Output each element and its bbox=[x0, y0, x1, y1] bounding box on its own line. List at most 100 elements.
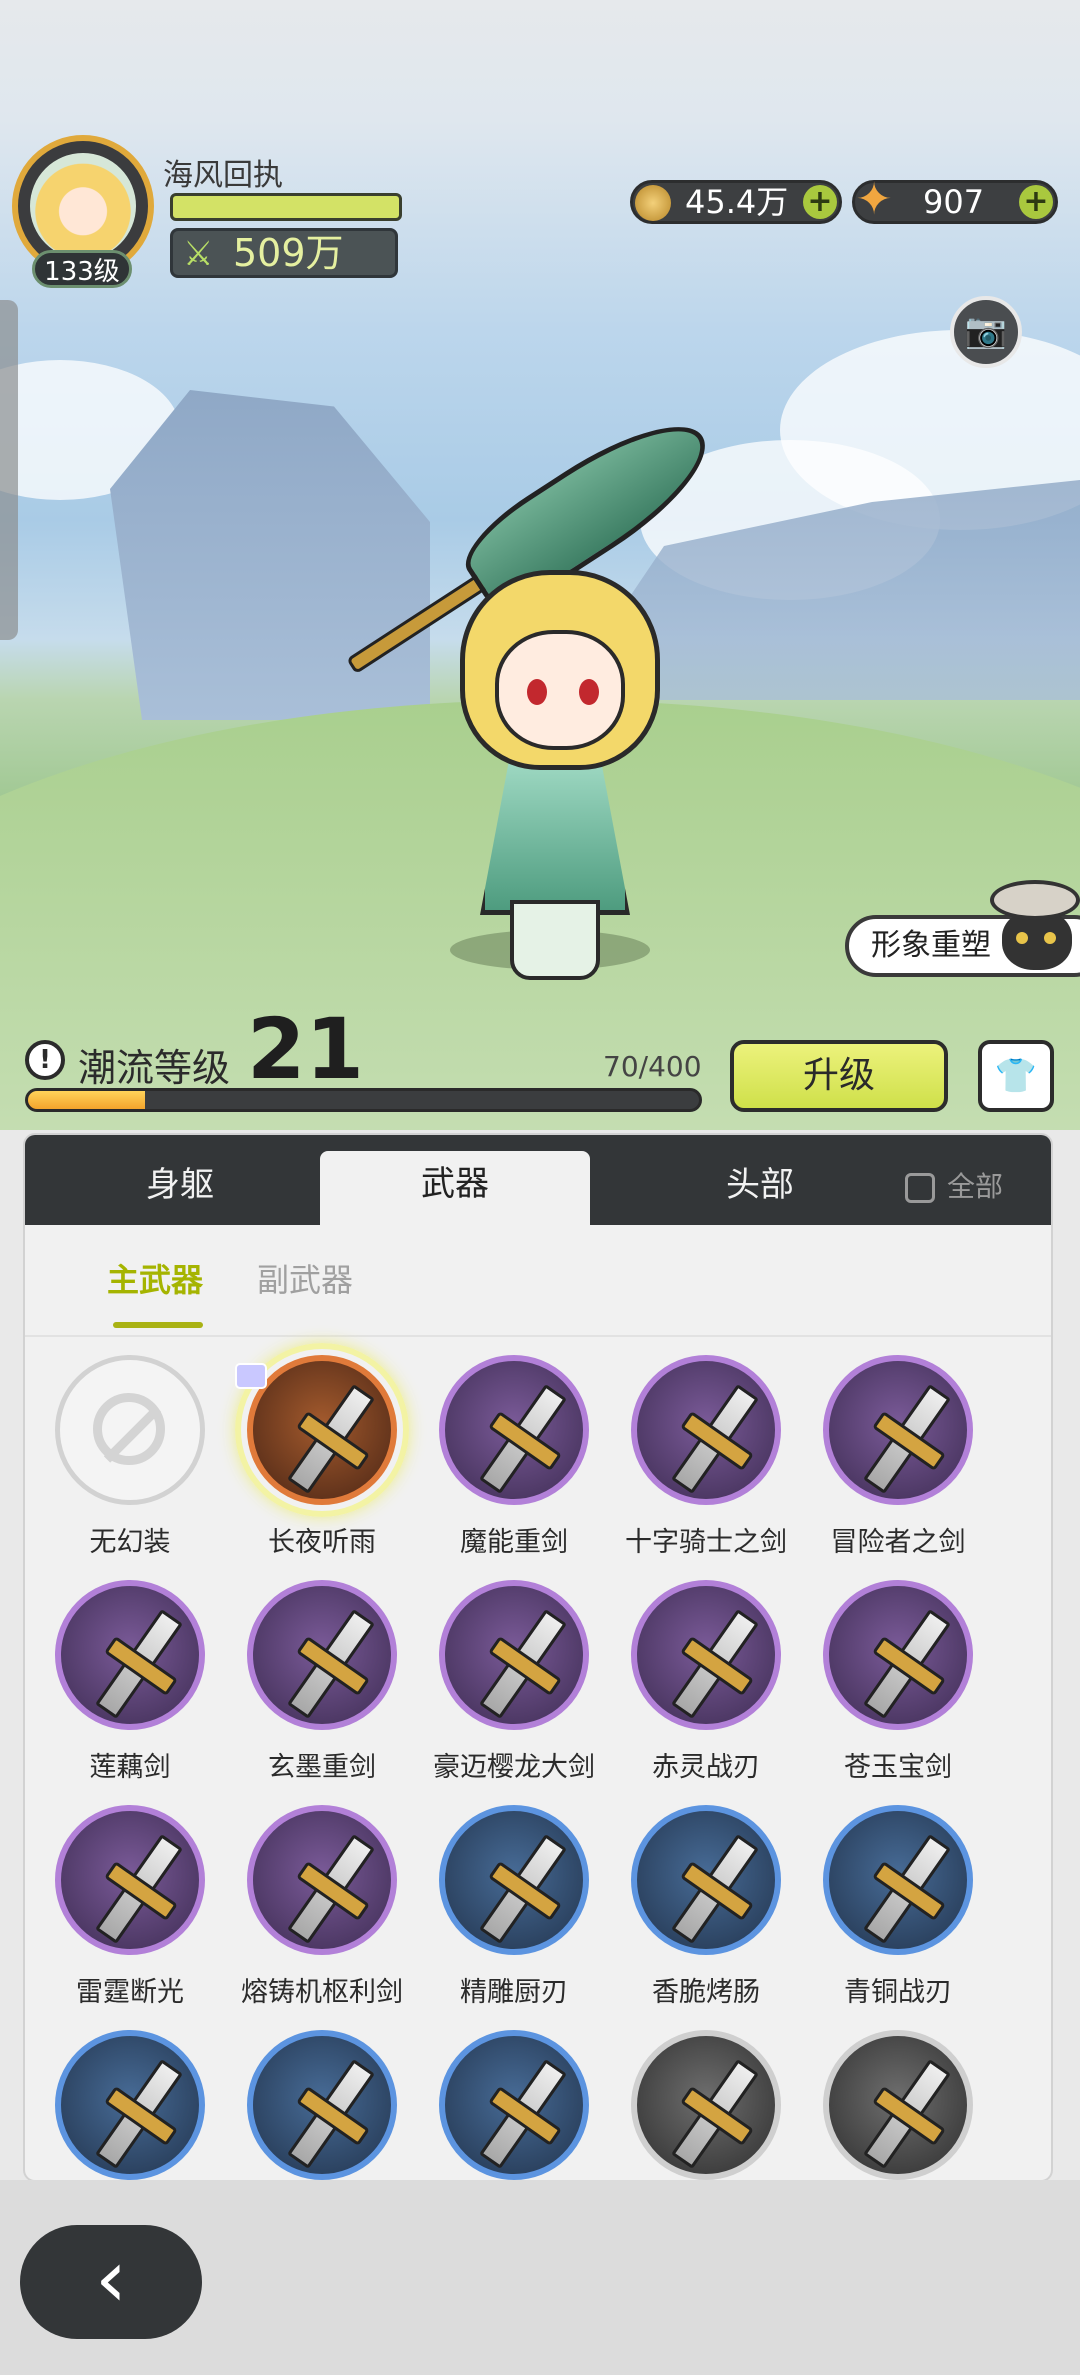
cat-eye bbox=[1044, 932, 1056, 944]
weapon-icon bbox=[631, 1355, 781, 1505]
weapon-subtabs: 主武器 副武器 bbox=[25, 1225, 1051, 1337]
star-crystal-icon: ✦ bbox=[855, 174, 893, 225]
experience-bar bbox=[170, 193, 402, 221]
weapon-item[interactable] bbox=[793, 2030, 983, 2180]
weapon-icon bbox=[823, 1580, 973, 1730]
tab-head[interactable]: 头部 bbox=[665, 1135, 855, 1225]
weapon-icon bbox=[439, 2030, 589, 2180]
weapon-item[interactable] bbox=[409, 2030, 599, 2180]
character-scene: 形象重塑 bbox=[0, 0, 1080, 1130]
weapon-icon bbox=[247, 1580, 397, 1730]
weapon-name: 十字骑士之剑 bbox=[625, 1527, 787, 1558]
info-icon[interactable]: ! bbox=[25, 1040, 65, 1080]
show-all-checkbox[interactable] bbox=[905, 1173, 935, 1203]
player-name: 海风回执 bbox=[163, 158, 283, 193]
chevron-left-icon: ‹ bbox=[95, 2232, 127, 2325]
gold-currency[interactable]: 45.4万 + bbox=[630, 180, 842, 224]
trend-progress-fill bbox=[28, 1091, 146, 1109]
weapon-icon bbox=[631, 2030, 781, 2180]
equipment-panel: 身躯 武器 头部 全部 主武器 副武器 无幻装 长夜听雨 魔能重剑 十字骑士之剑 冒险者… bbox=[25, 1135, 1051, 2180]
character-legs bbox=[510, 900, 600, 980]
weapon-name: 魔能重剑 bbox=[460, 1527, 568, 1558]
weapon-item[interactable]: 雷霆断光 bbox=[25, 1805, 215, 2015]
weapon-item[interactable]: 莲藕剑 bbox=[25, 1580, 215, 1790]
character-eye bbox=[579, 679, 599, 705]
weapon-item[interactable]: 熔铸机枢利剑 bbox=[217, 1805, 407, 2015]
weapon-item[interactable]: 无幻装 bbox=[25, 1355, 215, 1565]
weapon-name: 莲藕剑 bbox=[89, 1752, 171, 1783]
add-gold-button[interactable]: + bbox=[803, 185, 837, 219]
back-button[interactable]: ‹ bbox=[20, 2225, 202, 2339]
weapon-item[interactable] bbox=[601, 2030, 791, 2180]
shirt-search-icon: 👕 bbox=[994, 1056, 1038, 1096]
no-appearance-icon bbox=[55, 1355, 205, 1505]
weapon-item[interactable]: 香脆烤肠 bbox=[601, 1805, 791, 2015]
trend-level-value: 21 bbox=[247, 1000, 364, 1098]
equipped-tag-icon bbox=[235, 1363, 267, 1389]
wardrobe-search-button[interactable]: 👕 bbox=[978, 1040, 1054, 1112]
player-level-badge: 133级 bbox=[32, 250, 132, 288]
weapon-item[interactable]: 长夜听雨 bbox=[217, 1343, 409, 1565]
combat-power: ⚔ 509万 bbox=[170, 228, 398, 278]
camera-button[interactable]: 📷 bbox=[950, 296, 1022, 368]
show-all-label: 全部 bbox=[947, 1170, 1004, 1203]
weapon-icon bbox=[55, 2030, 205, 2180]
weapon-name: 香脆烤肠 bbox=[652, 1977, 760, 2008]
weapon-name: 玄墨重剑 bbox=[268, 1752, 376, 1783]
gold-coin-icon bbox=[635, 185, 671, 221]
weapon-name: 赤灵战刃 bbox=[652, 1752, 760, 1783]
weapon-item[interactable]: 魔能重剑 bbox=[409, 1355, 599, 1565]
weapon-item[interactable]: 苍玉宝剑 bbox=[793, 1580, 983, 1790]
weapon-name: 苍玉宝剑 bbox=[844, 1752, 952, 1783]
camera-icon: 📷 bbox=[964, 311, 1008, 351]
weapon-name: 熔铸机枢利剑 bbox=[241, 1977, 403, 2008]
cat-hat bbox=[990, 880, 1080, 920]
weapon-item[interactable] bbox=[217, 2030, 407, 2180]
weapon-item[interactable]: 青铜战刃 bbox=[793, 1805, 983, 2015]
weapon-icon bbox=[247, 1355, 397, 1505]
trend-progress-bar bbox=[25, 1088, 702, 1112]
character-face bbox=[495, 630, 625, 750]
weapon-name: 长夜听雨 bbox=[268, 1527, 376, 1558]
weapon-icon bbox=[631, 1580, 781, 1730]
swords-icon: ⚔ bbox=[183, 234, 214, 274]
reshape-label: 形象重塑 bbox=[871, 928, 991, 963]
weapon-item[interactable]: 冒险者之剑 bbox=[793, 1355, 983, 1565]
crystal-amount: 907 bbox=[923, 183, 985, 221]
weapon-icon bbox=[823, 2030, 973, 2180]
weapon-icon bbox=[631, 1805, 781, 1955]
gold-amount: 45.4万 bbox=[685, 183, 789, 221]
weapon-item[interactable]: 赤灵战刃 bbox=[601, 1580, 791, 1790]
weapon-name: 无幻装 bbox=[89, 1527, 171, 1558]
combat-power-value: 509万 bbox=[233, 231, 344, 275]
subtab-underline bbox=[113, 1322, 203, 1328]
subtab-secondary-weapon[interactable]: 副武器 bbox=[257, 1255, 353, 1301]
weapon-item[interactable]: 精雕厨刃 bbox=[409, 1805, 599, 2015]
tab-weapon[interactable]: 武器 bbox=[320, 1151, 590, 1225]
cat-companion-icon[interactable] bbox=[990, 880, 1080, 975]
weapon-item[interactable]: 豪迈樱龙大剑 bbox=[409, 1580, 599, 1790]
trend-level-label: 潮流等级 bbox=[78, 1046, 231, 1090]
tab-body[interactable]: 身躯 bbox=[85, 1135, 275, 1225]
weapon-item[interactable] bbox=[25, 2030, 215, 2180]
subtab-main-weapon[interactable]: 主武器 bbox=[107, 1255, 203, 1301]
weapon-name: 雷霆断光 bbox=[76, 1977, 184, 2008]
add-crystal-button[interactable]: + bbox=[1019, 185, 1053, 219]
weapon-name: 青铜战刃 bbox=[844, 1977, 952, 2008]
weapon-name: 冒险者之剑 bbox=[830, 1527, 966, 1558]
crystal-currency[interactable]: ✦ 907 + bbox=[852, 174, 1058, 225]
player-character bbox=[440, 560, 670, 980]
weapon-item[interactable]: 十字骑士之剑 bbox=[601, 1355, 791, 1565]
weapon-icon bbox=[823, 1805, 973, 1955]
weapon-icon bbox=[439, 1580, 589, 1730]
weapon-icon bbox=[439, 1805, 589, 1955]
side-drawer-handle[interactable] bbox=[0, 300, 18, 640]
avatar-portrait bbox=[30, 153, 136, 259]
upgrade-button[interactable]: 升级 bbox=[730, 1040, 948, 1112]
weapon-name: 豪迈樱龙大剑 bbox=[433, 1752, 595, 1783]
weapon-icon bbox=[247, 1805, 397, 1955]
show-all-toggle[interactable]: 全部 bbox=[905, 1165, 1003, 1205]
weapon-name: 精雕厨刃 bbox=[460, 1977, 568, 2008]
weapon-item[interactable]: 玄墨重剑 bbox=[217, 1580, 407, 1790]
character-eye bbox=[527, 679, 547, 705]
